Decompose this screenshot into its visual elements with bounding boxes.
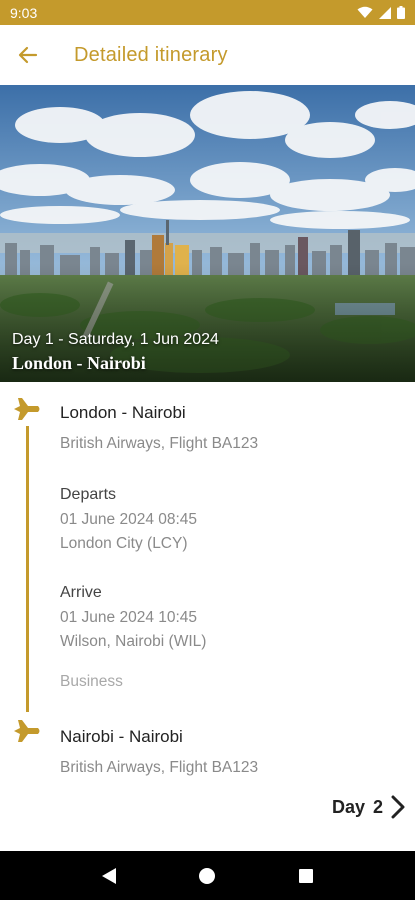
hero-image: Day 1 - Saturday, 1 Jun 2024 London - Na… bbox=[0, 85, 415, 382]
cabin-class: Business bbox=[60, 673, 123, 690]
next-day-button[interactable]: Day 2 bbox=[332, 795, 405, 819]
departs-place: London City (LCY) bbox=[60, 535, 188, 552]
timeline-line bbox=[26, 426, 29, 712]
segment-carrier: British Airways, Flight BA123 bbox=[60, 435, 259, 452]
hero-caption: Day 1 - Saturday, 1 Jun 2024 London - Na… bbox=[12, 331, 219, 374]
segment-title: London - Nairobi bbox=[60, 403, 186, 422]
nav-recents-icon bbox=[298, 868, 313, 883]
segment-title: Nairobi - Nairobi bbox=[60, 727, 183, 746]
battery-icon bbox=[397, 6, 405, 19]
back-arrow-icon bbox=[18, 46, 38, 64]
app-bar: Detailed itinerary bbox=[0, 25, 415, 85]
nav-home-icon bbox=[199, 867, 216, 884]
system-nav-bar bbox=[0, 851, 415, 900]
nav-home-button[interactable] bbox=[187, 856, 227, 896]
segment-2: Nairobi - Nairobi bbox=[60, 727, 183, 747]
plane-icon bbox=[14, 398, 40, 420]
plane-icon bbox=[14, 720, 40, 742]
status-bar: 9:03 bbox=[0, 0, 415, 25]
page-title: Detailed itinerary bbox=[74, 43, 228, 66]
day-label: Day bbox=[331, 796, 365, 817]
status-icons bbox=[357, 6, 405, 19]
segment-1: London - Nairobi bbox=[60, 403, 186, 423]
signal-icon bbox=[379, 6, 391, 19]
nav-back-button[interactable] bbox=[89, 856, 129, 896]
chevron-right-icon bbox=[391, 795, 405, 819]
day-number: 2 bbox=[372, 796, 383, 817]
segment-carrier: British Airways, Flight BA123 bbox=[60, 759, 259, 776]
arrive-label: Arrive bbox=[60, 584, 102, 601]
departs-time: 01 June 2024 08:45 bbox=[60, 511, 198, 528]
wifi-icon bbox=[357, 6, 373, 18]
status-time: 9:03 bbox=[10, 4, 38, 21]
nav-back-icon bbox=[102, 867, 117, 884]
back-button[interactable] bbox=[0, 25, 58, 85]
hero-route: London - Nairobi bbox=[12, 353, 146, 373]
arrive-time: 01 June 2024 10:45 bbox=[60, 609, 198, 626]
nav-recents-button[interactable] bbox=[286, 856, 326, 896]
departs-label: Departs bbox=[60, 486, 117, 503]
hero-date: Day 1 - Saturday, 1 Jun 2024 bbox=[12, 331, 219, 348]
arrive-place: Wilson, Nairobi (WIL) bbox=[60, 633, 207, 650]
